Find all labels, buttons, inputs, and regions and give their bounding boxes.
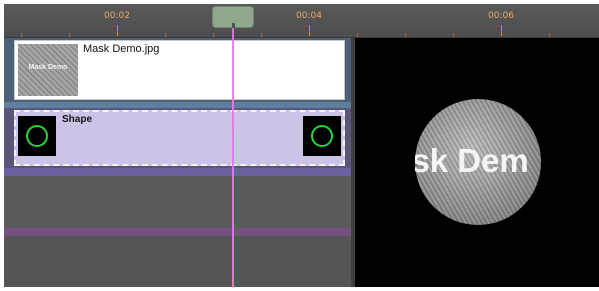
- preview-canvas: ask Dem: [355, 38, 599, 287]
- clip-mask-demo-image[interactable]: Mask Demo Mask Demo.jpg: [14, 40, 345, 100]
- track-divider: [4, 102, 351, 108]
- shape-thumbnail-start: [18, 116, 56, 156]
- video-editor-window: 00:02 00:04 00:06 Mask Demo Mask Demo.jp…: [4, 4, 599, 287]
- ruler-minor-tick: [69, 33, 70, 37]
- timeline-ruler[interactable]: 00:02 00:04 00:06: [4, 4, 599, 38]
- circle-shape-icon: [26, 125, 48, 147]
- ruler-tick: [309, 25, 310, 36]
- playhead-handle[interactable]: [212, 6, 254, 31]
- clip-thumbnail: Mask Demo: [18, 44, 78, 96]
- track-empty-1[interactable]: [4, 176, 351, 232]
- clip-thumbnail-text: Mask Demo: [28, 64, 68, 71]
- preview-panel: ask Dem: [351, 38, 599, 287]
- ruler-minor-tick: [357, 33, 358, 37]
- ruler-label-0004: 00:04: [296, 11, 322, 21]
- ruler-minor-tick: [549, 33, 550, 37]
- ruler-tick: [501, 25, 502, 36]
- ruler-minor-tick: [213, 33, 214, 37]
- ruler-minor-tick: [453, 33, 454, 37]
- ruler-minor-tick: [165, 33, 166, 37]
- ruler-minor-tick: [405, 33, 406, 37]
- preview-text: ask Dem: [415, 142, 529, 179]
- ruler-label-0002: 00:02: [104, 11, 130, 21]
- circle-shape-icon: [311, 125, 333, 147]
- clip-title: Shape: [62, 114, 93, 125]
- shape-thumbnail-end: [303, 116, 341, 156]
- ruler-tick: [117, 25, 118, 36]
- ruler-minor-tick: [261, 33, 262, 37]
- track-divider: [4, 228, 351, 236]
- playhead-line-lower: [233, 134, 234, 287]
- ruler-minor-tick: [21, 33, 22, 37]
- preview-text-clip: ask Dem: [415, 142, 541, 182]
- clip-title: Mask Demo.jpg: [83, 43, 160, 55]
- track-empty-2[interactable]: [4, 232, 351, 287]
- track-divider: [4, 168, 351, 176]
- ruler-label-0006: 00:06: [488, 11, 514, 21]
- clip-shape-mask[interactable]: Shape: [14, 110, 345, 166]
- timeline-tracks[interactable]: Mask Demo Mask Demo.jpg Shape: [4, 38, 351, 287]
